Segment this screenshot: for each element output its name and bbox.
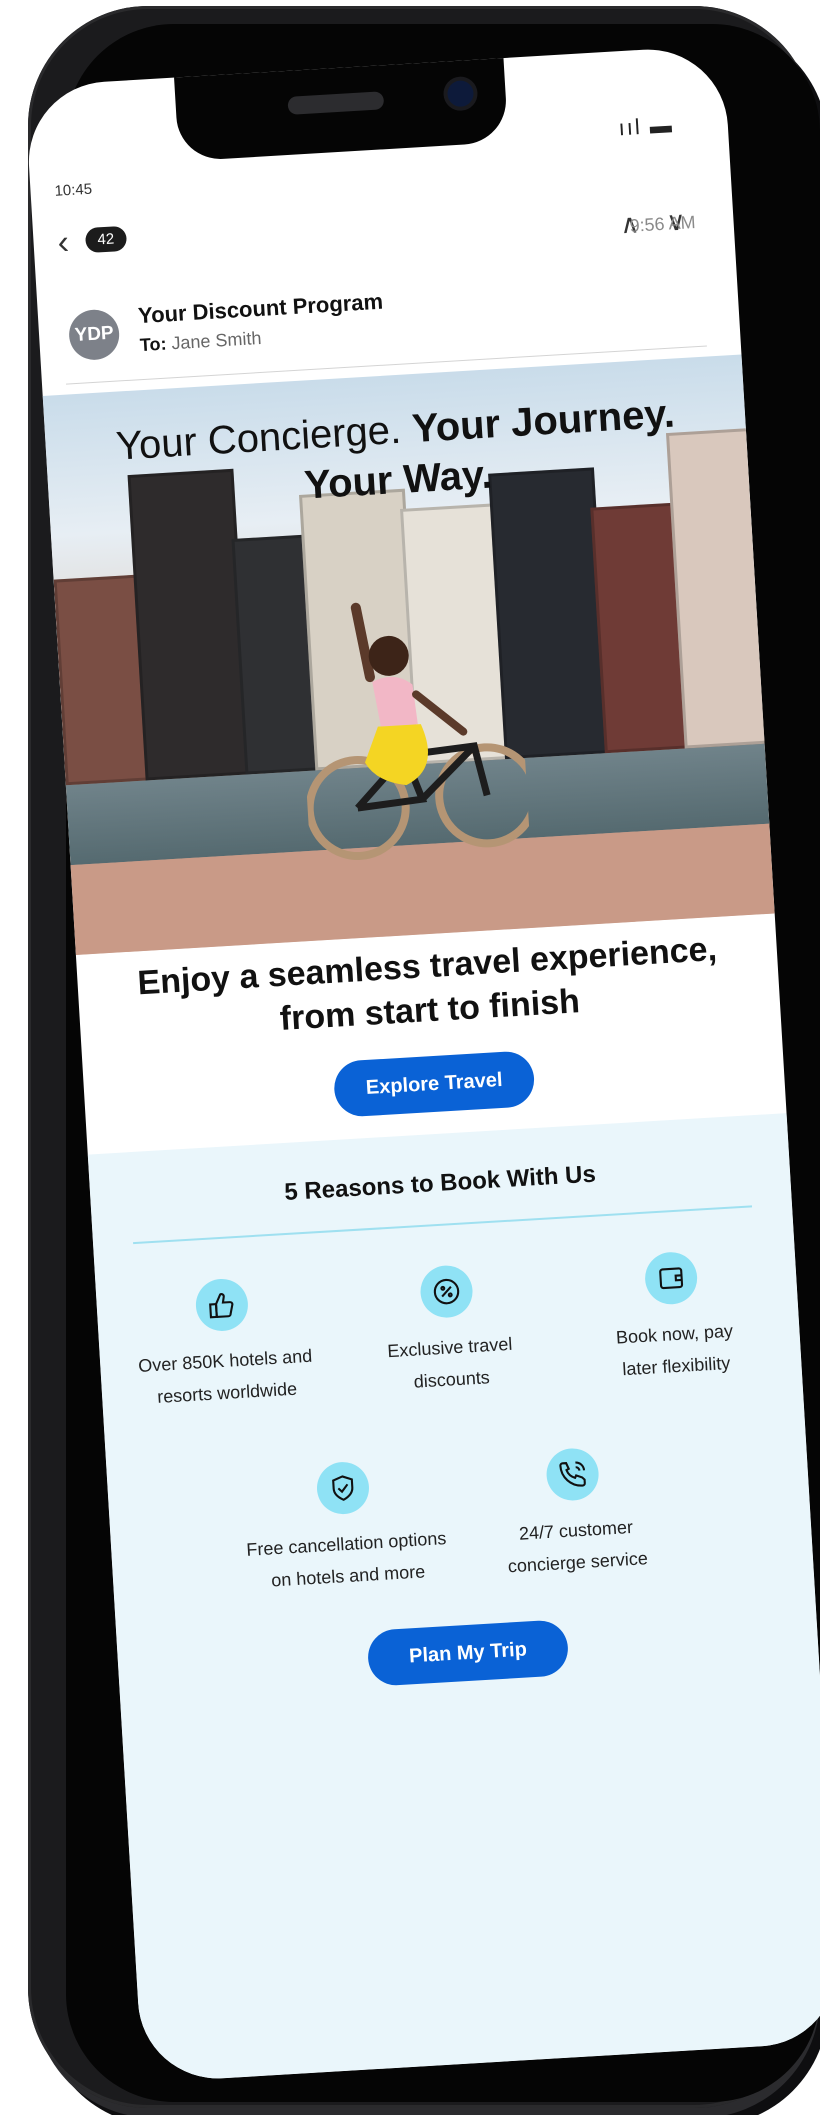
recipient-name: Jane Smith bbox=[170, 327, 262, 354]
hero-title-bold-2: Your Way. bbox=[303, 452, 494, 508]
reason-text-line: on hotels and more bbox=[270, 1561, 426, 1591]
camera bbox=[446, 79, 475, 108]
explore-travel-button[interactable]: Explore Travel bbox=[332, 1050, 536, 1118]
hero-image: Your Concierge. Your Journey. Your Way. bbox=[42, 354, 775, 955]
reason-item: 24/7 customer concierge service bbox=[466, 1442, 683, 1584]
thumbs-up-icon bbox=[194, 1277, 250, 1333]
reason-text-line: Free cancellation options bbox=[245, 1528, 447, 1560]
phone-frame: 10:45 ııl ▬ ∧ ∨ ‹ 42 9:56 AM YDP Your Di… bbox=[24, 6, 820, 2108]
to-label: To: bbox=[139, 333, 168, 356]
reason-text-line: Over 850K hotels and bbox=[137, 1345, 313, 1376]
sender-name: Your Discount Program bbox=[137, 288, 384, 329]
speaker bbox=[287, 91, 385, 115]
reasons-section: 5 Reasons to Book With Us Over 850K hote… bbox=[87, 1113, 820, 2083]
reason-text-line: later flexibility bbox=[621, 1352, 731, 1380]
phone-screen: 10:45 ııl ▬ ∧ ∨ ‹ 42 9:56 AM YDP Your Di… bbox=[24, 45, 820, 2083]
signal-battery-icon: ııl ▬ bbox=[617, 112, 675, 141]
back-icon[interactable]: ‹ bbox=[57, 223, 71, 263]
phone-icon bbox=[545, 1446, 601, 1502]
mail-time: 9:56 AM bbox=[628, 211, 697, 236]
reason-item: Book now, pay later flexibility bbox=[565, 1246, 782, 1388]
plan-my-trip-button[interactable]: Plan My Trip bbox=[366, 1619, 570, 1687]
percent-icon bbox=[419, 1264, 475, 1320]
reason-text-line: 24/7 customer bbox=[518, 1516, 634, 1544]
reason-item: Exclusive travel discounts bbox=[340, 1259, 557, 1401]
body-content: Enjoy a seamless travel experience, from… bbox=[76, 923, 785, 1132]
mail-header: ‹ 42 9:56 AM YDP Your Discount Program T… bbox=[56, 181, 717, 389]
unread-count-badge[interactable]: 42 bbox=[84, 225, 127, 254]
reason-item: Over 850K hotels and resorts worldwide bbox=[116, 1273, 333, 1415]
reasons-grid: Over 850K hotels and resorts worldwide E… bbox=[93, 1205, 820, 1766]
avatar: YDP bbox=[67, 308, 121, 362]
reason-item: Free cancellation options on hotels and … bbox=[237, 1456, 454, 1598]
reason-text-line: Book now, pay bbox=[615, 1320, 734, 1348]
reason-text-line: Exclusive travel bbox=[386, 1333, 513, 1362]
reasons-title: 5 Reasons to Book With Us bbox=[283, 1160, 597, 1207]
recipient-line: To: Jane Smith bbox=[139, 328, 262, 356]
cyclist-illustration bbox=[305, 602, 531, 861]
reason-text-line: resorts worldwide bbox=[156, 1378, 298, 1407]
shield-check-icon bbox=[315, 1460, 371, 1516]
reason-text-line: discounts bbox=[413, 1367, 491, 1392]
reason-text-line: concierge service bbox=[507, 1548, 649, 1577]
hero-title-bold-1: Your Journey. bbox=[410, 391, 676, 452]
wallet-icon bbox=[643, 1250, 699, 1306]
status-time: 10:45 bbox=[54, 180, 93, 200]
